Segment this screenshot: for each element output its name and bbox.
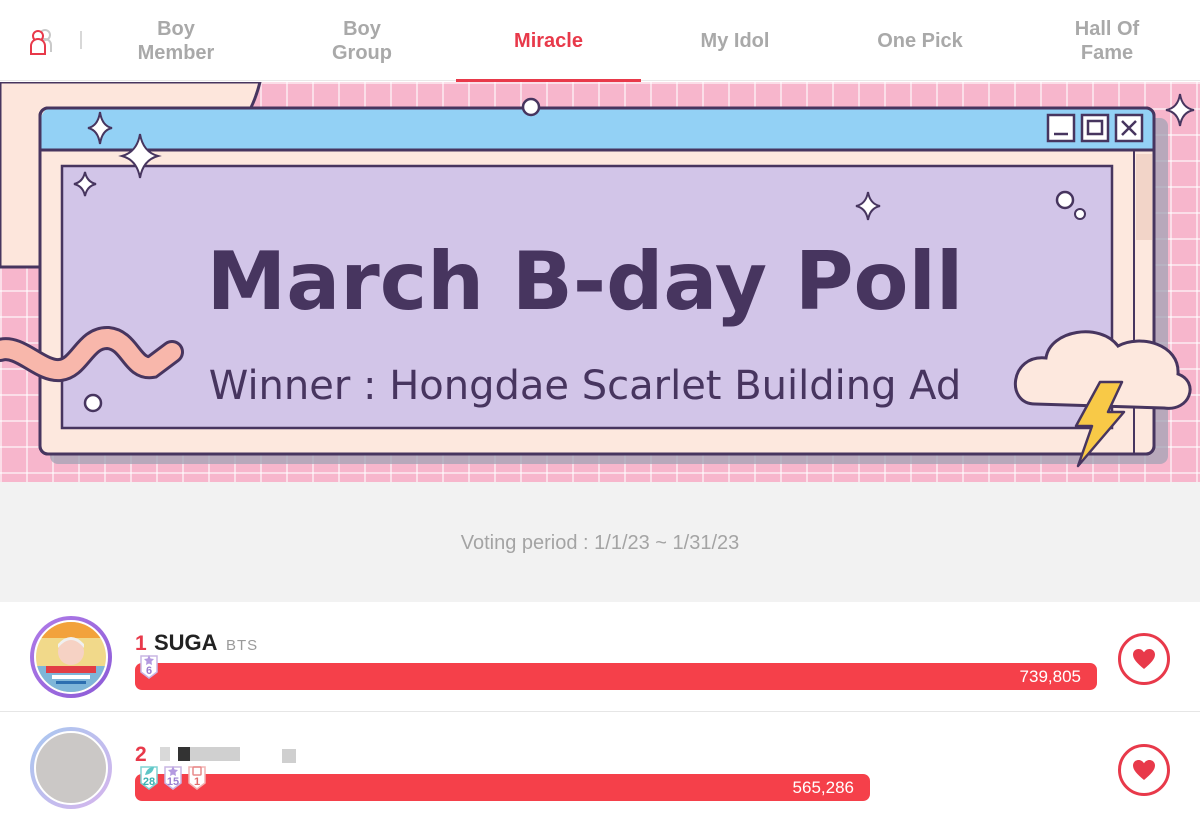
banner-subtitle: Winner : Hongdae Scarlet Building Ad [208,363,962,409]
voting-period-section: Voting period : 1/1/23 ~ 1/31/23 [0,482,1200,602]
star-badge-icon: 15 [163,764,183,790]
redacted-name [282,749,296,763]
event-banner[interactable]: March B-day Poll Winner : Hongdae Scarle… [0,82,1200,482]
redacted-name [178,747,190,761]
ranking-row[interactable]: 1 SUGA BTS 739,805 6 [0,602,1200,712]
tab-miracle[interactable]: Miracle [456,0,641,82]
vote-heart-button[interactable] [1118,744,1170,796]
tab-one-pick[interactable]: One Pick [840,0,1000,81]
vote-count: 739,805 [1019,667,1081,686]
tab-hall-of-fame[interactable]: Hall Of Fame [1027,0,1187,81]
tab-boy-member[interactable]: Boy Member [96,0,256,81]
idol-name: SUGA [154,630,218,655]
ranking-row[interactable]: 2 565,286 28 15 1 [0,713,1200,821]
tab-boy-group[interactable]: Boy Group [282,0,442,81]
vote-heart-button[interactable] [1118,633,1170,685]
tab-my-idol[interactable]: My Idol [655,0,815,81]
voting-period-text: Voting period : 1/1/23 ~ 1/31/23 [460,532,740,554]
avatar-photo [36,622,106,692]
heart-icon [1133,649,1155,669]
vote-bar: 739,805 [135,663,1097,690]
redacted-name [190,747,240,761]
leaf-badge-icon: 28 [139,764,159,790]
redacted-name [160,747,170,761]
heart-icon [1133,760,1155,780]
top-navigation: Boy Member Boy Group Miracle My Idol One… [0,0,1200,82]
group-name: BTS [226,637,259,654]
app-logo-icon[interactable] [26,26,56,56]
avatar[interactable] [30,727,112,809]
star-badge-icon: 6 [139,653,159,679]
vote-bar: 565,286 [135,774,870,801]
nav-divider [80,31,82,49]
ticket-badge-icon: 1 [187,764,207,790]
avatar[interactable] [30,616,112,698]
banner-title: March B-day Poll [206,235,964,328]
vote-count: 565,286 [792,778,854,797]
